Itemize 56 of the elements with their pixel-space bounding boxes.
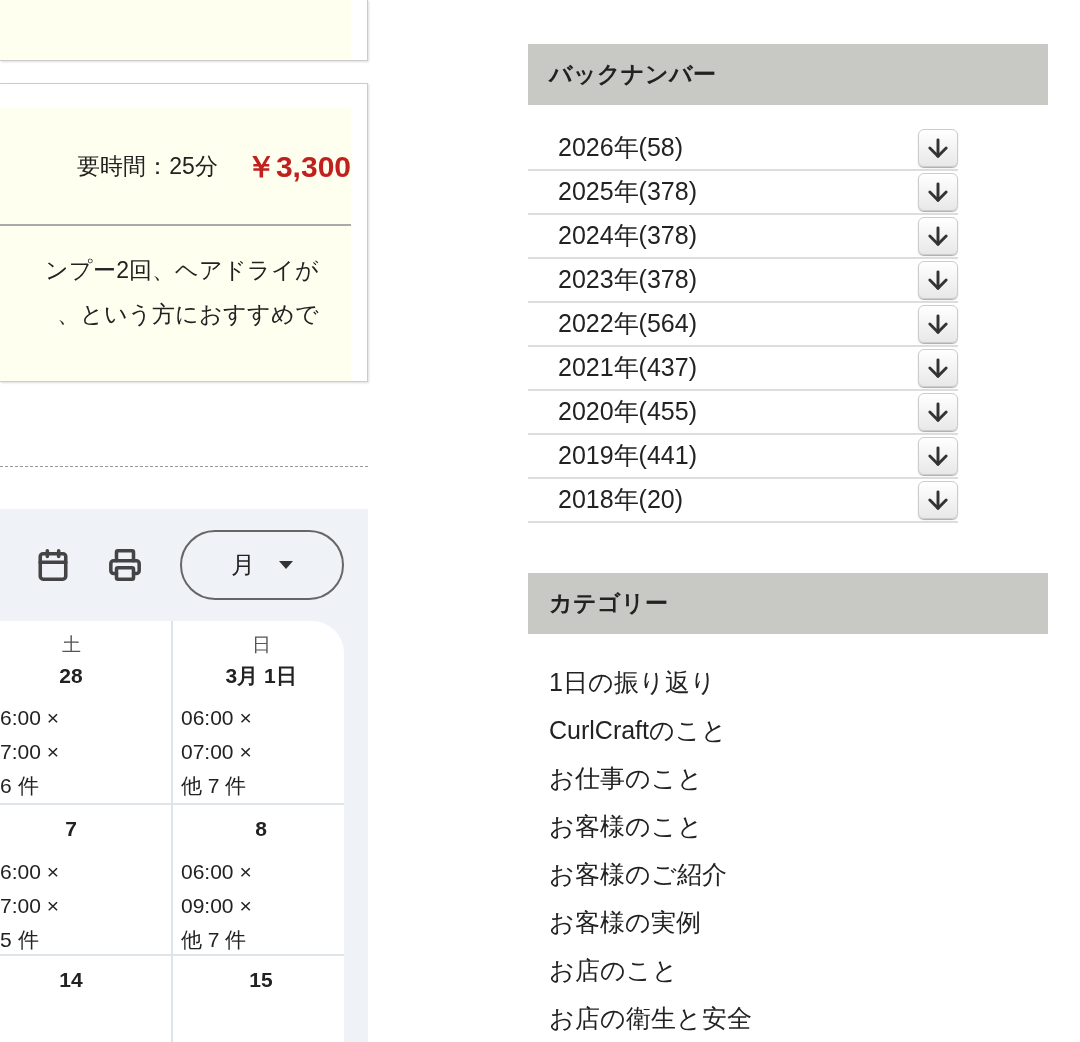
expand-button[interactable] bbox=[918, 437, 958, 475]
expand-button[interactable] bbox=[918, 129, 958, 167]
archive-link[interactable]: 2019年(441) bbox=[528, 437, 697, 475]
expand-button[interactable] bbox=[918, 349, 958, 387]
archive-link[interactable]: 2021年(437) bbox=[528, 349, 697, 387]
expand-button[interactable] bbox=[918, 173, 958, 211]
category-link[interactable]: お店のこと bbox=[549, 946, 678, 994]
date-label: 14 bbox=[59, 967, 83, 993]
archive-link[interactable]: 2026年(58) bbox=[528, 129, 684, 167]
archive-link[interactable]: 2022年(564) bbox=[528, 305, 697, 343]
more-events-link[interactable]: 6 件 bbox=[0, 769, 171, 803]
event-entry[interactable]: 6:00 × bbox=[0, 701, 171, 735]
archive-link[interactable]: 2025年(378) bbox=[528, 173, 697, 211]
event-entry[interactable]: 7:00 × bbox=[0, 735, 171, 769]
date-label: 7 bbox=[65, 816, 77, 842]
weekday-label: 日 bbox=[251, 633, 271, 657]
category-link[interactable]: お仕事のこと bbox=[549, 754, 703, 802]
date-label: 28 bbox=[59, 662, 83, 689]
event-entry[interactable]: 6:00 × bbox=[0, 854, 171, 889]
event-entry[interactable]: 07:00 × bbox=[181, 735, 344, 769]
description-text: ンプー2回、ヘアドライが bbox=[45, 256, 319, 285]
event-entry[interactable]: 09:00 × bbox=[181, 888, 344, 923]
category-link[interactable]: 1日の振り返り bbox=[549, 658, 716, 706]
section-header: カテゴリー bbox=[528, 573, 1048, 634]
caret-icon bbox=[279, 561, 293, 569]
weekday-label: 土 bbox=[61, 633, 81, 657]
date-label: 3月 1日 bbox=[225, 662, 297, 689]
view-dropdown[interactable]: 月 bbox=[180, 530, 344, 600]
category-link[interactable]: お客様のご紹介 bbox=[549, 850, 727, 898]
calendar-icon[interactable] bbox=[36, 548, 70, 582]
more-events-link[interactable]: 5 件 bbox=[0, 922, 171, 957]
section-header: バックナンバー bbox=[528, 44, 1048, 105]
date-label: 15 bbox=[249, 967, 273, 993]
description-text: 、という方におすすめで bbox=[57, 300, 319, 329]
expand-button[interactable] bbox=[918, 481, 958, 519]
archive-link[interactable]: 2020年(455) bbox=[528, 393, 697, 431]
event-entry[interactable]: 06:00 × bbox=[181, 854, 344, 889]
category-link[interactable]: お客様のこと bbox=[549, 802, 703, 850]
price-text: ￥3,300 bbox=[245, 148, 351, 185]
archive-link[interactable]: 2024年(378) bbox=[528, 217, 697, 255]
expand-button[interactable] bbox=[918, 217, 958, 255]
expand-button[interactable] bbox=[918, 393, 958, 431]
expand-button[interactable] bbox=[918, 261, 958, 299]
print-icon[interactable] bbox=[108, 548, 142, 582]
expand-button[interactable] bbox=[918, 305, 958, 343]
category-link[interactable]: お客様の実例 bbox=[549, 898, 701, 946]
archive-link[interactable]: 2018年(20) bbox=[528, 481, 684, 519]
more-events-link[interactable]: 他 7 件 bbox=[181, 922, 344, 957]
archive-link[interactable]: 2023年(378) bbox=[528, 261, 697, 299]
event-entry[interactable]: 06:00 × bbox=[181, 701, 344, 735]
category-link[interactable]: お店の衛生と安全 bbox=[549, 994, 752, 1042]
category-link[interactable]: CurlCraftのこと bbox=[549, 706, 727, 754]
duration-text: 要時間：25分 bbox=[77, 151, 218, 181]
event-entry[interactable]: 7:00 × bbox=[0, 888, 171, 923]
date-label: 8 bbox=[255, 816, 267, 842]
more-events-link[interactable]: 他 7 件 bbox=[181, 769, 344, 803]
